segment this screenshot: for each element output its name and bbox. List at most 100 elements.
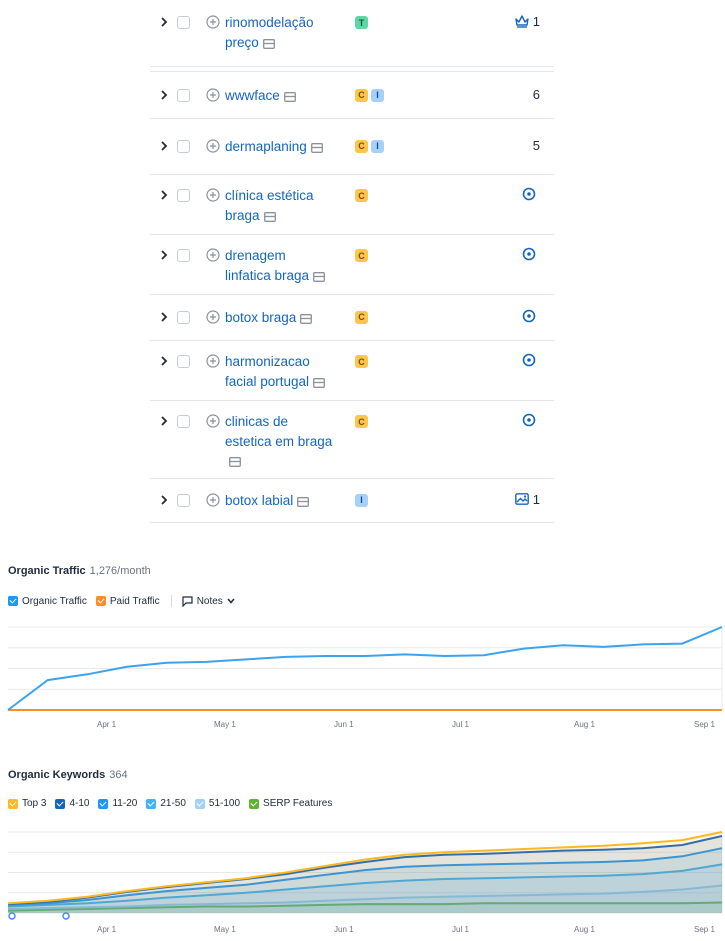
position-cell [522,353,540,367]
add-keyword-icon[interactable] [206,15,220,29]
chevron-right-icon[interactable] [158,494,170,506]
x-tick-label: May 1 [214,720,236,729]
legend-51-100[interactable]: 51-100 [194,798,241,809]
chevron-right-icon[interactable] [158,249,170,261]
row-checkbox[interactable] [177,415,190,428]
row-checkbox[interactable] [177,310,190,324]
chevron-right-icon[interactable] [158,16,170,28]
organic-keywords-legend: Top 3 4-10 11-20 21-50 51-100 SERP Features [8,798,341,809]
organic-keywords-value: 364 [109,769,128,781]
position-cell: 6 [533,87,540,102]
keyword-text[interactable]: clinicas de estetica em braga [225,414,332,449]
legend-label: 51-100 [208,798,241,809]
notes-dropdown[interactable]: Notes [182,596,235,607]
serp-snapshot-icon[interactable] [300,313,313,324]
legend-top-3[interactable]: Top 3 [8,798,46,809]
row-checkbox[interactable] [177,189,190,202]
table-row[interactable]: clínica estética braga C [150,174,554,235]
intent-badges: T [355,16,368,29]
legend-checkbox[interactable] [98,798,109,809]
position-cell: 1 [515,14,540,29]
keyword-link[interactable]: drenagem linfatica braga [225,246,335,285]
serp-snapshot-icon[interactable] [310,142,323,153]
table-row[interactable]: harmonizacao facial portugal C [150,340,554,401]
keyword-link[interactable]: clínica estética braga [225,186,335,225]
add-keyword-icon[interactable] [206,492,220,507]
intent-badges: C [355,415,368,428]
serp-snapshot-icon[interactable] [262,38,275,49]
serp-snapshot-icon[interactable] [297,496,310,507]
row-checkbox[interactable] [177,355,190,368]
add-keyword-icon[interactable] [206,188,220,202]
serp-snapshot-icon[interactable] [313,377,326,388]
keyword-link[interactable]: harmonizacao facial portugal [225,352,335,391]
legend-checkbox[interactable] [8,798,18,809]
add-keyword-icon[interactable] [206,309,220,324]
position-cell [522,247,540,261]
add-keyword-icon[interactable] [206,248,220,262]
row-checkbox[interactable] [177,88,190,102]
position-value: 1 [532,14,540,29]
add-keyword-icon[interactable] [206,414,220,428]
organic-keywords-chart: Apr 1 May 1 Jun 1 Jul 1 Aug 1 Sep 1 [7,831,723,934]
serp-snapshot-icon[interactable] [229,457,241,467]
row-checkbox[interactable] [177,249,190,262]
legend-checkbox[interactable] [55,798,66,809]
organic-traffic-legend: Organic Traffic Paid Traffic Notes [8,595,235,607]
serp-snapshot-icon[interactable] [263,211,276,222]
row-checkbox[interactable] [177,16,190,29]
table-row[interactable]: rinomodelação preço T 1 [150,0,554,67]
row-checkbox[interactable] [177,139,190,153]
keyword-text[interactable]: botox braga [225,310,296,325]
x-tick-label: Sep 1 [694,925,715,934]
keyword-link[interactable]: botox labial [225,491,335,511]
add-keyword-icon[interactable] [206,354,220,368]
legend-checkbox[interactable] [194,798,205,809]
legend-divider [170,595,172,607]
position-value: 5 [532,137,540,153]
keyword-link[interactable]: clinicas de estetica em braga [225,412,335,471]
keyword-link[interactable]: rinomodelação preço [225,13,335,52]
intent-badges: C [355,310,368,324]
chevron-right-icon[interactable] [158,415,170,427]
keyword-link[interactable]: dermaplaning [225,137,335,157]
chevron-right-icon[interactable] [158,89,170,101]
chevron-right-icon[interactable] [158,355,170,367]
add-keyword-icon[interactable] [206,138,220,153]
x-tick-label: Apr 1 [97,925,117,934]
google-update-marker-icon [62,912,70,920]
legend-serp-features[interactable]: SERP Features [249,798,332,809]
table-row[interactable]: clinicas de estetica em braga C [150,400,554,479]
table-row[interactable]: wwwface CI 6 [150,72,554,119]
intent-badge-i: I [355,493,368,507]
keyword-link[interactable]: botox braga [225,308,335,328]
checkbox-organic-traffic[interactable] [8,596,18,606]
chevron-right-icon[interactable] [158,311,170,323]
legend-4-10[interactable]: 4-10 [55,798,89,809]
row-checkbox[interactable] [177,493,190,507]
chevron-down-icon [227,598,235,604]
table-row[interactable]: dermaplaning CI 5 [150,118,554,175]
intent-badge-c: C [355,189,368,202]
serp-snapshot-icon[interactable] [283,91,296,102]
table-row[interactable]: botox braga C [150,294,554,341]
keyword-link[interactable]: wwwface [225,86,335,106]
keyword-text[interactable]: wwwface [225,88,280,103]
checkbox-paid-traffic[interactable] [95,596,106,606]
table-row[interactable]: drenagem linfatica braga C [150,234,554,295]
serp-snapshot-icon[interactable] [313,271,326,282]
chevron-right-icon[interactable] [158,189,170,201]
legend-11-20[interactable]: 11-20 [98,798,137,809]
table-row[interactable]: botox labial I 1 [150,478,554,523]
chevron-right-icon[interactable] [158,140,170,152]
legend-21-50[interactable]: 21-50 [146,798,186,809]
add-keyword-icon[interactable] [206,87,220,102]
legend-paid-traffic[interactable]: Paid Traffic [95,596,160,607]
keyword-text[interactable]: drenagem linfatica braga [225,248,309,283]
legend-checkbox[interactable] [146,798,157,809]
keyword-text[interactable]: botox labial [225,493,293,508]
legend-checkbox[interactable] [249,798,260,809]
keyword-text[interactable]: harmonizacao facial portugal [225,354,310,389]
keyword-text[interactable]: dermaplaning [225,139,307,154]
legend-organic-traffic[interactable]: Organic Traffic [8,596,87,607]
